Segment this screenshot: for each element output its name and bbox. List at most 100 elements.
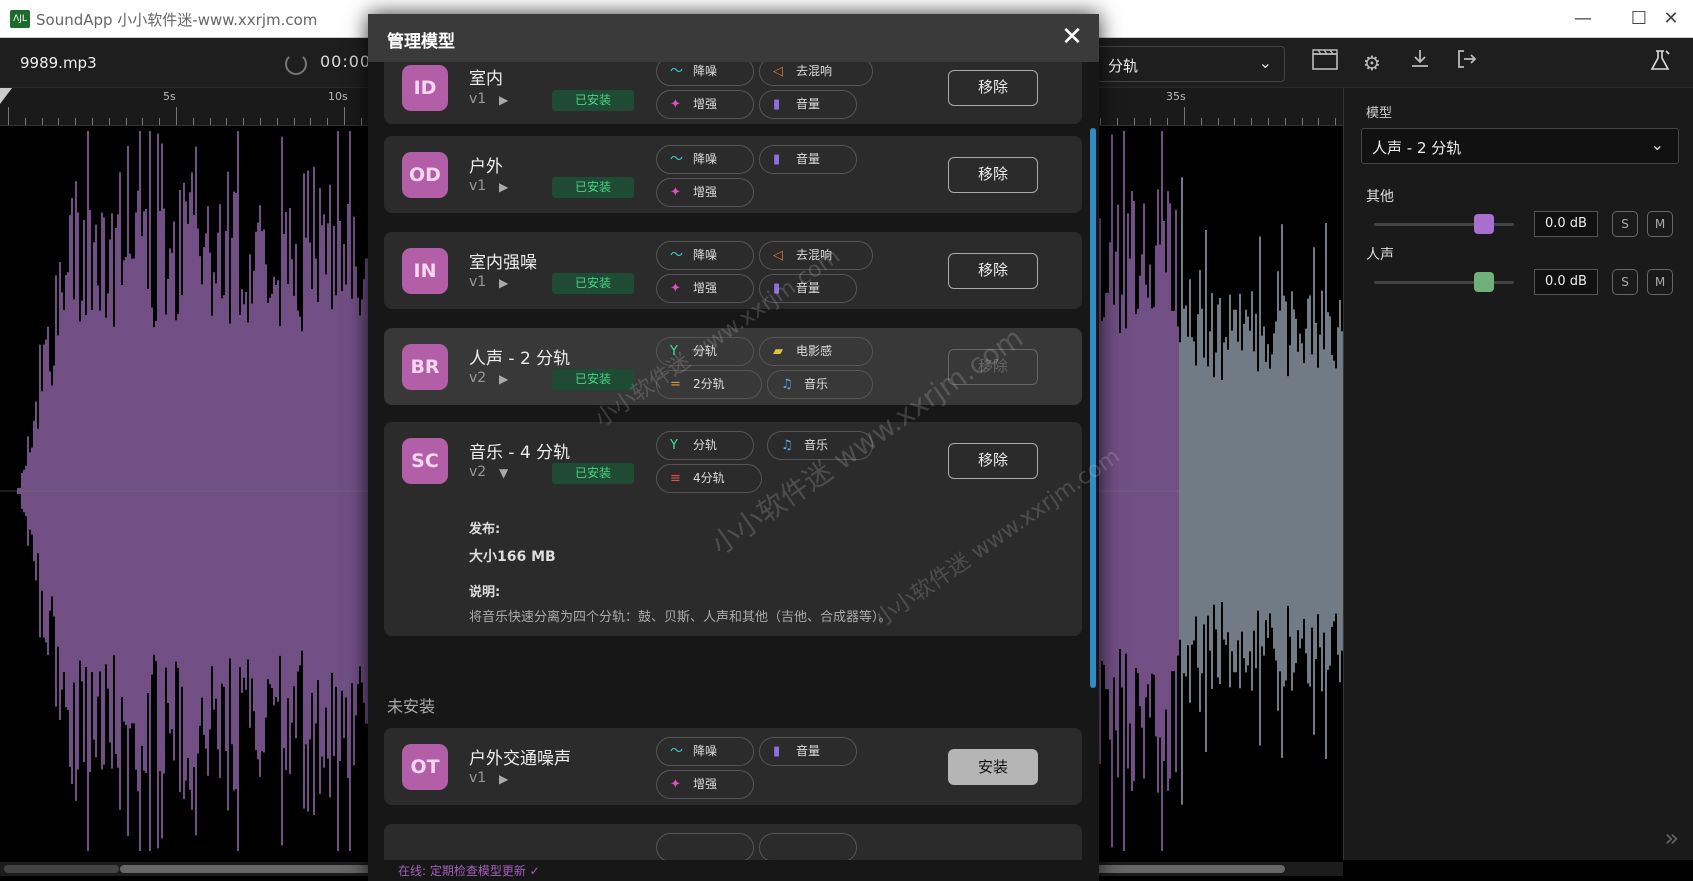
stem-solo-button[interactable]: S — [1612, 269, 1638, 295]
model-avatar: SC — [402, 438, 448, 484]
mode-select-value: 分轨 — [1108, 57, 1139, 75]
model-description: 将音乐快速分离为四个分轨：鼓、贝斯、人声和其他（吉他、合成器等）。 — [469, 610, 892, 625]
ruler-label: 35s — [1166, 90, 1186, 103]
tag-split: Y 分轨 — [656, 431, 754, 460]
installed-badge: 已安装 — [552, 369, 634, 390]
tag-enhance: ✦ 增强 — [656, 770, 754, 799]
model-version: v2 — [469, 370, 487, 386]
download-icon[interactable] — [1405, 48, 1435, 78]
dialog-title: 管理模型 — [387, 32, 455, 52]
expand-chevron-icon[interactable]: » — [1664, 824, 1679, 852]
ruler-tick — [1268, 118, 1269, 125]
ruler-tick — [1200, 118, 1202, 125]
window-title: SoundApp 小小软件迷-www.xxrjm.com — [36, 11, 318, 29]
playhead-marker-icon[interactable] — [0, 88, 12, 104]
stem-mute-button[interactable]: M — [1647, 269, 1673, 295]
expand-triangle-icon[interactable]: ▶ — [499, 276, 508, 290]
model-card: OT 户外交通噪声 v1 ▶ 〜降噪 ▮ 音量 ✦ 增强 安装 — [384, 728, 1082, 805]
model-name: 室内强噪 — [469, 253, 537, 273]
ruler-tick — [192, 118, 194, 125]
stem-mute-button[interactable]: M — [1647, 211, 1673, 237]
ruler-tick — [142, 118, 144, 125]
model-card: OD 户外 v1 ▶ 已安装 〜降噪 ▮ 音量 ✦ 增强 移除 — [384, 136, 1082, 213]
slider-knob[interactable] — [1474, 214, 1494, 234]
remove-button[interactable]: 移除 — [948, 157, 1038, 193]
expand-triangle-icon[interactable]: ▶ — [499, 772, 508, 786]
install-button[interactable]: 安装 — [948, 749, 1038, 785]
expand-triangle-icon[interactable]: ▶ — [499, 93, 508, 107]
mode-select[interactable]: 分轨 ⌄ — [1095, 46, 1285, 82]
expand-triangle-icon[interactable]: ▶ — [499, 180, 508, 194]
close-icon[interactable]: ✕ — [1057, 22, 1087, 52]
model-name: 户外 — [469, 157, 503, 177]
tag-volume: ▮ 音量 — [759, 737, 857, 766]
ruler-tick — [293, 118, 295, 125]
model-version: v1 — [469, 91, 487, 107]
stems-panel: 模型 人声 - 2 分轨 ⌄ 其他 0.0 dB S M 人声 0.0 dB S… — [1343, 88, 1693, 860]
remove-button[interactable]: 移除 — [948, 253, 1038, 289]
clapperboard-icon[interactable] — [1310, 48, 1340, 78]
tag-dereverb: ◁ 去混响 — [759, 62, 873, 86]
four-lines-icon: ≡ — [670, 471, 681, 486]
ruler-tick — [108, 118, 110, 125]
window-close-button[interactable]: ✕ — [1651, 6, 1691, 32]
model-version: v1 — [469, 178, 487, 194]
ruler-label: 10s — [328, 90, 348, 103]
tag-volume: ▮ 音量 — [759, 145, 857, 174]
remove-button[interactable]: 移除 — [948, 70, 1038, 106]
stem-name: 其他 — [1366, 189, 1394, 205]
remove-button[interactable]: 移除 — [948, 443, 1038, 479]
model-avatar: IN — [402, 248, 448, 294]
model-name: 户外交通噪声 — [469, 749, 571, 769]
stem-volume-slider[interactable] — [1374, 272, 1514, 292]
minimize-button[interactable]: — — [1563, 6, 1603, 32]
model-name: 音乐 - 4 分轨 — [469, 443, 571, 463]
ruler-tick — [260, 118, 261, 125]
stem-solo-button[interactable]: S — [1612, 211, 1638, 237]
sparkle-icon: ✦ — [670, 777, 681, 792]
ruler-tick — [41, 118, 43, 125]
playback-time: 00:00 — [320, 52, 372, 71]
model-select[interactable]: 人声 - 2 分轨 ⌄ — [1361, 128, 1679, 164]
model-card-expanded: SC 音乐 - 4 分轨 v2 ▼ 已安装 Y 分轨 ♫ 音乐 ≡ 4分轨 移除 发布… — [384, 422, 1082, 636]
ruler-tick — [1318, 118, 1320, 125]
app-window: ɅJL SoundApp 小小软件迷-www.xxrjm.com — ☐ ✕ 9… — [0, 0, 1693, 881]
export-icon[interactable] — [1452, 48, 1482, 78]
music-note-icon: ♫ — [781, 438, 793, 453]
stem-volume-slider[interactable] — [1374, 214, 1514, 234]
clapperboard-icon: ▰ — [773, 344, 783, 359]
ruler-tick — [344, 107, 345, 125]
stem-db-input[interactable]: 0.0 dB — [1534, 211, 1598, 237]
ruler-tick — [243, 118, 245, 125]
tag-denoise: 〜降噪 — [656, 145, 754, 174]
tag-2-stems: = 2分轨 — [656, 370, 762, 399]
manage-models-dialog: 管理模型 ✕ ID 室内 v1 ▶ 已安装 〜降噪 ◁ 去混响 ✦ 增强 ▮ 音量 移… — [368, 14, 1099, 881]
expand-triangle-icon[interactable]: ▶ — [499, 372, 508, 386]
tag-denoise: 〜降噪 — [656, 62, 754, 86]
ruler-tick — [24, 118, 26, 125]
collapse-triangle-icon[interactable]: ▼ — [499, 466, 508, 480]
stem-db-input[interactable]: 0.0 dB — [1534, 269, 1598, 295]
ruler-tick — [1116, 118, 1118, 125]
lab-flask-icon[interactable] — [1645, 48, 1675, 78]
model-list[interactable]: ID 室内 v1 ▶ 已安装 〜降噪 ◁ 去混响 ✦ 增强 ▮ 音量 移除 OD 户外… — [368, 62, 1099, 860]
ruler-tick — [176, 107, 177, 125]
ruler-tick — [1184, 107, 1185, 125]
dialog-header: 管理模型 ✕ — [368, 14, 1099, 62]
model-avatar: OT — [402, 744, 448, 790]
ruler-tick — [310, 118, 312, 125]
tag-enhance: ✦ 增强 — [656, 178, 754, 207]
gear-icon[interactable]: ⚙ — [1357, 48, 1387, 78]
chevron-down-icon: ⌄ — [1650, 135, 1664, 154]
split-y-icon: Y — [670, 438, 678, 453]
sparkle-icon: ✦ — [670, 97, 681, 112]
speaker-icon: ◁ — [773, 248, 783, 263]
ruler-tick — [1100, 118, 1101, 125]
ruler-tick — [327, 118, 329, 125]
dialog-scrollbar[interactable] — [1090, 128, 1096, 688]
music-note-icon: ♫ — [781, 377, 793, 392]
slider-knob[interactable] — [1474, 272, 1494, 292]
model-name: 室内 — [469, 69, 503, 89]
file-name: 9989.mp3 — [20, 54, 97, 72]
model-avatar: OD — [402, 152, 448, 198]
